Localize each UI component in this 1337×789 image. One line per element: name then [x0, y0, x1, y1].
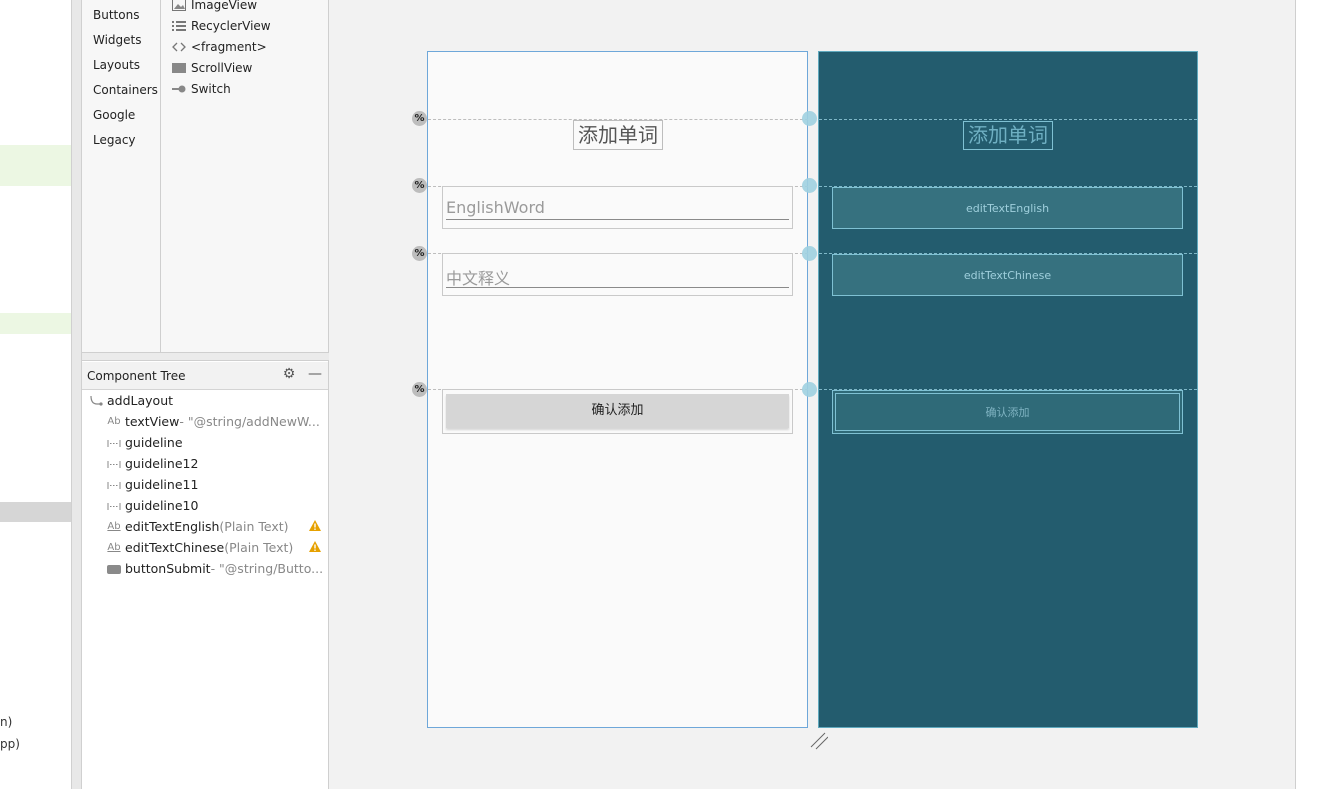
component-tree-title: Component Tree [87, 369, 186, 383]
tree-row-detail: - "@string/addNewW... [179, 414, 320, 429]
guideline-percent-badge[interactable]: % [412, 178, 427, 193]
tree-row-name: editTextEnglish [125, 519, 220, 534]
guideline-percent-badge[interactable]: % [412, 246, 427, 261]
guideline-icon [106, 459, 122, 469]
tree-row-detail: - "@string/Butto... [210, 561, 324, 576]
panel-splitter[interactable] [82, 352, 329, 361]
code-editor-strip [0, 0, 71, 789]
guideline-icon [106, 480, 122, 490]
palette-category-google[interactable]: Google [93, 108, 135, 122]
chinese-meaning-field[interactable]: 中文释义 [446, 265, 510, 289]
tree-row-guideline10[interactable]: guideline10 [106, 495, 198, 516]
palette-item-imageview[interactable]: ImageView [172, 0, 257, 15]
blueprint-edittext-english[interactable]: editTextEnglish [832, 187, 1183, 229]
minimize-icon[interactable]: — [307, 366, 323, 382]
button-icon [106, 564, 122, 574]
gear-icon[interactable]: ⚙ [281, 366, 297, 382]
palette-item-label: Switch [191, 82, 231, 96]
code-brackets-icon [172, 41, 186, 53]
scrollview-icon [172, 62, 186, 74]
image-icon [172, 0, 186, 11]
tree-row-name: buttonSubmit [125, 561, 211, 576]
editor-scrollbar[interactable] [71, 0, 82, 789]
tree-row-name: guideline [125, 435, 183, 450]
list-icon [172, 20, 186, 32]
edittext-icon: Ab [107, 521, 121, 532]
guideline-icon [106, 501, 122, 511]
edittext-icon: Ab [107, 542, 121, 553]
palette-category-legacy[interactable]: Legacy [93, 133, 136, 147]
editor-selected-line [0, 502, 81, 522]
tree-row-detail: (Plain Text) [219, 519, 289, 534]
design-title-text[interactable]: 添加单词 [573, 120, 663, 150]
palette-item-recyclerview[interactable]: RecyclerView [172, 16, 271, 36]
palette-item-label: ScrollView [191, 61, 253, 75]
warning-icon[interactable] [308, 519, 322, 536]
tree-row-guideline[interactable]: guideline [106, 432, 183, 453]
tree-row-guideline12[interactable]: guideline12 [106, 453, 198, 474]
editor-text-fragment: n) [0, 715, 13, 729]
resize-handle-icon[interactable] [810, 732, 829, 750]
tree-row-buttonsubmit[interactable]: buttonSubmit - "@string/Butto... [106, 558, 323, 579]
blueprint-title-text[interactable]: 添加单词 [963, 121, 1053, 150]
tree-row-edittextenglish[interactable]: Ab editTextEnglish (Plain Text) [106, 516, 289, 537]
tree-row-name: guideline10 [125, 498, 199, 513]
palette-item-label: RecyclerView [191, 19, 271, 33]
guideline-icon [106, 438, 122, 448]
palette-item-scrollview[interactable]: ScrollView [172, 58, 252, 78]
warning-icon[interactable] [308, 540, 322, 557]
palette-category-widgets[interactable]: Widgets [93, 33, 142, 47]
english-word-field[interactable]: EnglishWord [446, 198, 545, 217]
editor-text-fragment: pp) [0, 737, 20, 751]
tree-row-detail: (Plain Text) [224, 540, 294, 555]
tree-row-addlayout[interactable]: addLayout [88, 390, 173, 411]
editor-highlight-line [0, 313, 81, 334]
palette-category-buttons[interactable]: Buttons [93, 8, 139, 22]
tree-row-edittextchinese[interactable]: Ab editTextChinese (Plain Text) [106, 537, 293, 558]
guideline-handle[interactable] [802, 111, 817, 126]
guideline-percent-badge[interactable]: % [412, 382, 427, 397]
tree-row-name: addLayout [107, 393, 174, 408]
guideline-handle[interactable] [802, 246, 817, 261]
edittext-underline [446, 219, 789, 220]
submit-button[interactable]: 确认添加 [446, 394, 789, 428]
palette-item-switch[interactable]: Switch [172, 79, 231, 99]
tree-row-name: guideline11 [125, 477, 199, 492]
tree-row-name: editTextChinese [125, 540, 225, 555]
textview-icon: Ab [107, 416, 121, 427]
blueprint-submit-button[interactable]: 确认添加 [835, 393, 1180, 431]
guideline-percent-badge[interactable]: % [412, 111, 427, 126]
palette-category-containers[interactable]: Containers [93, 83, 158, 97]
guideline-handle[interactable] [802, 382, 817, 397]
edittext-underline [446, 287, 789, 288]
palette-item-label: ImageView [191, 0, 258, 12]
tree-row-guideline11[interactable]: guideline11 [106, 474, 198, 495]
palette-category-layouts[interactable]: Layouts [93, 58, 140, 72]
editor-highlight-line [0, 145, 81, 186]
switch-icon [172, 83, 186, 95]
attributes-panel-edge [1296, 0, 1337, 789]
constraint-layout-icon [88, 394, 104, 408]
tree-row-textview[interactable]: Ab textView - "@string/addNewW... [106, 411, 320, 432]
palette-item-fragment[interactable]: <fragment> [172, 37, 267, 57]
blueprint-edittext-chinese[interactable]: editTextChinese [832, 254, 1183, 296]
tree-row-name: textView [125, 414, 180, 429]
palette-categories [82, 0, 161, 352]
blueprint-guideline-line[interactable] [819, 119, 1197, 120]
tree-row-name: guideline12 [125, 456, 199, 471]
palette-item-label: <fragment> [191, 40, 267, 54]
guideline-handle[interactable] [802, 178, 817, 193]
